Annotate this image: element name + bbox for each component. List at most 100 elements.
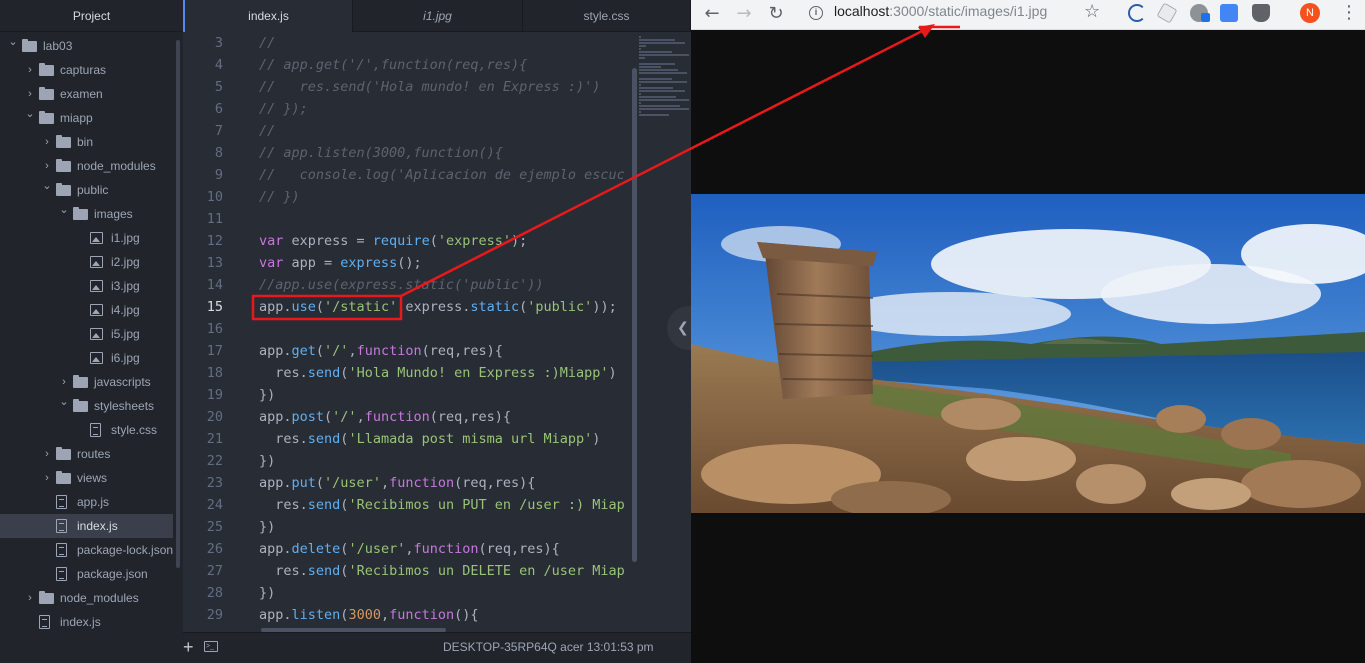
tab-style-css[interactable]: style.css: [523, 0, 691, 32]
code-line[interactable]: // app.get('/',function(req,res){: [259, 54, 527, 76]
tree-folder[interactable]: › capturas: [0, 58, 173, 82]
chevron-down-icon[interactable]: ⌄: [8, 30, 18, 54]
tree-folder[interactable]: ⌄ stylesheets: [0, 394, 173, 418]
code-line[interactable]: // console.log('Aplicacion de ejemplo es…: [259, 164, 625, 186]
tree-file[interactable]: package-lock.json: [0, 538, 173, 562]
back-arrow-icon[interactable]: ←: [700, 2, 724, 26]
forward-arrow-icon[interactable]: →: [732, 2, 756, 26]
tree-file[interactable]: i6.jpg: [0, 346, 173, 370]
tree-folder[interactable]: ⌄ images: [0, 202, 173, 226]
tree-vertical-scrollbar[interactable]: [176, 40, 180, 568]
code-line[interactable]: var app = express();: [259, 252, 422, 274]
code-line[interactable]: app.use('/static',express.static('public…: [259, 296, 617, 318]
code-line[interactable]: res.send('Recibimos un PUT en /user :) M…: [259, 494, 625, 516]
tab-index-js[interactable]: index.js: [183, 0, 353, 33]
extension-cube-icon[interactable]: [1156, 2, 1178, 24]
code-line[interactable]: res.send('Recibimos un DELETE en /user M…: [259, 560, 625, 582]
tree-folder[interactable]: › views: [0, 466, 173, 490]
tree-file[interactable]: i4.jpg: [0, 298, 173, 322]
code-line[interactable]: //: [259, 120, 275, 142]
code-line[interactable]: app.post('/',function(req,res){: [259, 406, 511, 428]
code-line[interactable]: app.listen(3000,function(){: [259, 604, 479, 626]
tree-folder[interactable]: ⌄ public: [0, 178, 173, 202]
code-token: }): [259, 387, 276, 403]
extension-spiral-icon[interactable]: [1128, 4, 1146, 22]
profile-avatar[interactable]: N: [1300, 3, 1320, 23]
folder-icon: [56, 183, 71, 196]
code-line[interactable]: app.put('/user',function(req,res){: [259, 472, 535, 494]
code-line[interactable]: }): [259, 516, 275, 538]
line-number: 24: [206, 497, 223, 513]
chevron-down-icon[interactable]: ⌄: [42, 174, 52, 198]
tree-file[interactable]: index.js: [0, 514, 173, 538]
tree-file[interactable]: i5.jpg: [0, 322, 173, 346]
project-tree-header[interactable]: Project: [0, 0, 183, 32]
address-bar[interactable]: i localhost:3000/static/images/i1.jpg: [799, 1, 1109, 25]
code-lines[interactable]: // // app.get('/',function(req,res){ // re…: [259, 32, 631, 632]
code-line[interactable]: var express = require('express');: [259, 230, 527, 252]
file-icon: [56, 519, 67, 533]
tree-file[interactable]: i1.jpg: [0, 226, 173, 250]
chevron-right-icon[interactable]: ›: [25, 58, 35, 82]
tree-folder[interactable]: ⌄ lab03: [0, 34, 173, 58]
browser-toolbar: ← → ↻ i localhost:3000/static/images/i1.…: [691, 0, 1365, 30]
chevron-down-icon[interactable]: ⌄: [59, 198, 69, 222]
kebab-menu-icon[interactable]: ⋮: [1339, 3, 1359, 23]
tree-folder[interactable]: › routes: [0, 442, 173, 466]
editor-vertical-scrollbar[interactable]: [632, 68, 637, 562]
code-line[interactable]: res.send('Llamada post misma url Miapp'): [259, 428, 600, 450]
tree-file[interactable]: app.js: [0, 490, 173, 514]
minimap[interactable]: [637, 32, 691, 122]
folder-icon: [56, 135, 71, 148]
code-line[interactable]: //: [259, 32, 275, 54]
code-token: // app.get('/',function(req,res){: [259, 57, 528, 73]
chevron-down-icon[interactable]: ⌄: [59, 390, 69, 414]
code-editor[interactable]: 3 4 5 6 7 8 9 10 11 12 13 14 15 16 17 18 19 20 21 22 23 24 25 2…: [183, 32, 691, 632]
terminal-icon[interactable]: >_: [204, 641, 218, 652]
code-line[interactable]: // }): [259, 186, 300, 208]
reload-icon[interactable]: ↻: [764, 2, 788, 26]
tree-item-label: i6.jpg: [111, 351, 140, 365]
code-line[interactable]: app.get('/',function(req,res){: [259, 340, 503, 362]
code-line[interactable]: res.send('Hola Mundo! en Express :)Miapp…: [259, 362, 616, 384]
extension-badge-icon: [1201, 13, 1210, 22]
chevron-right-icon[interactable]: ›: [42, 130, 52, 154]
chevron-right-icon[interactable]: ›: [25, 586, 35, 610]
code-line[interactable]: }): [259, 450, 275, 472]
pocket-icon[interactable]: [1252, 4, 1270, 22]
google-translate-icon[interactable]: [1220, 4, 1238, 22]
code-line[interactable]: // res.send('Hola mundo! en Express :)'): [259, 76, 600, 98]
tree-item-label: index.js: [60, 615, 101, 629]
info-icon[interactable]: i: [809, 6, 823, 20]
tree-folder[interactable]: › node_modules: [0, 586, 173, 610]
minimap-line: [639, 84, 642, 86]
tree-file[interactable]: package.json: [0, 562, 173, 586]
tree-item-label: views: [77, 471, 108, 485]
tree-folder[interactable]: › node_modules: [0, 154, 173, 178]
tree-folder[interactable]: › javascripts: [0, 370, 173, 394]
chevron-right-icon[interactable]: ›: [42, 442, 52, 466]
tree-file[interactable]: index.js: [0, 610, 173, 632]
tree-file[interactable]: style.css: [0, 418, 173, 442]
tree-folder[interactable]: ⌄ miapp: [0, 106, 173, 130]
code-token: res.: [259, 365, 308, 381]
image-file-icon: [90, 232, 103, 244]
image-file-icon: [90, 352, 103, 364]
code-line[interactable]: app.delete('/user',function(req,res){: [259, 538, 560, 560]
bookmark-star-icon[interactable]: ☆: [1084, 1, 1100, 22]
tree-file[interactable]: i2.jpg: [0, 250, 173, 274]
code-line[interactable]: //app.use(express.static('public')): [259, 274, 543, 296]
code-line[interactable]: // app.listen(3000,function(){: [259, 142, 503, 164]
code-token: (){: [454, 607, 479, 623]
add-icon[interactable]: +: [183, 637, 194, 658]
tab-i1-jpg[interactable]: i1.jpg: [353, 0, 523, 32]
code-line[interactable]: }): [259, 384, 275, 406]
tree-folder[interactable]: › bin: [0, 130, 173, 154]
chevron-down-icon[interactable]: ⌄: [25, 102, 35, 126]
url-text[interactable]: localhost:3000/static/images/i1.jpg: [834, 3, 1047, 19]
code-line[interactable]: }): [259, 582, 275, 604]
code-line[interactable]: // });: [259, 98, 308, 120]
tree-file[interactable]: i3.jpg: [0, 274, 173, 298]
chevron-right-icon[interactable]: ›: [42, 466, 52, 490]
minimap-line: [639, 66, 661, 68]
